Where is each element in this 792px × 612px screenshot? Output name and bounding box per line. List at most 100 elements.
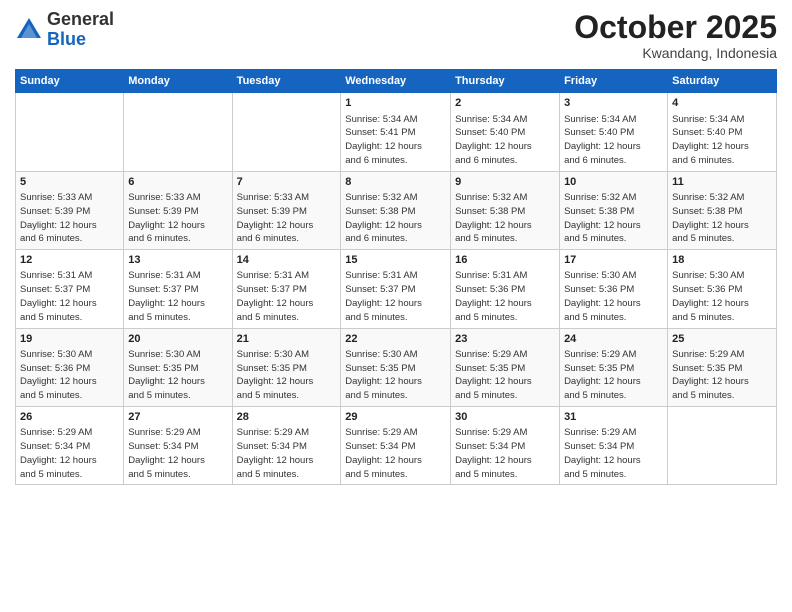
day-info: Sunrise: 5:30 AM Sunset: 5:35 PM Dayligh…	[237, 348, 337, 403]
calendar-cell: 24Sunrise: 5:29 AM Sunset: 5:35 PM Dayli…	[560, 328, 668, 406]
day-number: 1	[345, 96, 446, 111]
calendar-cell: 3Sunrise: 5:34 AM Sunset: 5:40 PM Daylig…	[560, 93, 668, 171]
logo-icon	[15, 16, 43, 44]
calendar-cell: 16Sunrise: 5:31 AM Sunset: 5:36 PM Dayli…	[451, 250, 560, 328]
title-section: October 2025 Kwandang, Indonesia	[574, 10, 777, 61]
calendar-cell: 6Sunrise: 5:33 AM Sunset: 5:39 PM Daylig…	[124, 171, 232, 249]
month-title: October 2025	[574, 10, 777, 45]
day-number: 5	[20, 175, 119, 190]
day-info: Sunrise: 5:33 AM Sunset: 5:39 PM Dayligh…	[237, 191, 337, 246]
day-info: Sunrise: 5:29 AM Sunset: 5:35 PM Dayligh…	[564, 348, 663, 403]
logo-text: General Blue	[47, 10, 114, 50]
calendar-cell: 1 Sunrise: 5:34 AM Sunset: 5:41 PM Daylig…	[341, 93, 451, 171]
calendar-cell: 2 Sunrise: 5:34 AM Sunset: 5:40 PM Daylig…	[451, 93, 560, 171]
day-number: 13	[128, 253, 227, 268]
day-number: 23	[455, 332, 555, 347]
day-number: 30	[455, 410, 555, 425]
day-number: 15	[345, 253, 446, 268]
day-number: 19	[20, 332, 119, 347]
calendar-cell: 7Sunrise: 5:33 AM Sunset: 5:39 PM Daylig…	[232, 171, 341, 249]
day-info: Sunrise: 5:30 AM Sunset: 5:36 PM Dayligh…	[564, 269, 663, 324]
calendar-cell: 13Sunrise: 5:31 AM Sunset: 5:37 PM Dayli…	[124, 250, 232, 328]
calendar-cell: 26Sunrise: 5:29 AM Sunset: 5:34 PM Dayli…	[16, 407, 124, 485]
day-number: 26	[20, 410, 119, 425]
calendar-cell: 29Sunrise: 5:29 AM Sunset: 5:34 PM Dayli…	[341, 407, 451, 485]
calendar-cell: 18Sunrise: 5:30 AM Sunset: 5:36 PM Dayli…	[668, 250, 777, 328]
day-number: 24	[564, 332, 663, 347]
calendar-cell: 4 Sunrise: 5:34 AM Sunset: 5:40 PM Daylig…	[668, 93, 777, 171]
day-number: 9	[455, 175, 555, 190]
calendar-cell	[668, 407, 777, 485]
day-info: Sunrise: 5:30 AM Sunset: 5:36 PM Dayligh…	[20, 348, 119, 403]
col-friday: Friday	[560, 70, 668, 93]
day-number: 20	[128, 332, 227, 347]
calendar-cell	[232, 93, 341, 171]
calendar-cell: 28Sunrise: 5:29 AM Sunset: 5:34 PM Dayli…	[232, 407, 341, 485]
day-info: Sunrise: 5:29 AM Sunset: 5:35 PM Dayligh…	[672, 348, 772, 403]
day-info: Sunrise: 5:33 AM Sunset: 5:39 PM Dayligh…	[20, 191, 119, 246]
calendar-cell: 25Sunrise: 5:29 AM Sunset: 5:35 PM Dayli…	[668, 328, 777, 406]
calendar-body: 1 Sunrise: 5:34 AM Sunset: 5:41 PM Daylig…	[16, 93, 777, 485]
day-info: Sunrise: 5:29 AM Sunset: 5:34 PM Dayligh…	[20, 426, 119, 481]
calendar-cell: 21Sunrise: 5:30 AM Sunset: 5:35 PM Dayli…	[232, 328, 341, 406]
location-subtitle: Kwandang, Indonesia	[574, 45, 777, 61]
day-number: 2	[455, 96, 555, 111]
day-info: Sunrise: 5:31 AM Sunset: 5:37 PM Dayligh…	[237, 269, 337, 324]
day-number: 25	[672, 332, 772, 347]
day-number: 31	[564, 410, 663, 425]
col-saturday: Saturday	[668, 70, 777, 93]
calendar-cell: 30Sunrise: 5:29 AM Sunset: 5:34 PM Dayli…	[451, 407, 560, 485]
day-number: 14	[237, 253, 337, 268]
day-number: 18	[672, 253, 772, 268]
calendar-header: Sunday Monday Tuesday Wednesday Thursday…	[16, 70, 777, 93]
day-info: Sunrise: 5:29 AM Sunset: 5:34 PM Dayligh…	[345, 426, 446, 481]
day-info: Sunrise: 5:31 AM Sunset: 5:37 PM Dayligh…	[128, 269, 227, 324]
logo-blue: Blue	[47, 29, 86, 49]
day-number: 8	[345, 175, 446, 190]
calendar-cell: 11Sunrise: 5:32 AM Sunset: 5:38 PM Dayli…	[668, 171, 777, 249]
day-number: 22	[345, 332, 446, 347]
day-info: Sunrise: 5:29 AM Sunset: 5:34 PM Dayligh…	[128, 426, 227, 481]
day-number: 17	[564, 253, 663, 268]
day-number: 10	[564, 175, 663, 190]
day-number: 7	[237, 175, 337, 190]
day-info: Sunrise: 5:31 AM Sunset: 5:36 PM Dayligh…	[455, 269, 555, 324]
day-info: Sunrise: 5:34 AM Sunset: 5:40 PM Dayligh…	[455, 113, 555, 168]
day-info: Sunrise: 5:30 AM Sunset: 5:35 PM Dayligh…	[345, 348, 446, 403]
day-info: Sunrise: 5:31 AM Sunset: 5:37 PM Dayligh…	[345, 269, 446, 324]
calendar-week-5: 26Sunrise: 5:29 AM Sunset: 5:34 PM Dayli…	[16, 407, 777, 485]
calendar-week-2: 5Sunrise: 5:33 AM Sunset: 5:39 PM Daylig…	[16, 171, 777, 249]
day-info: Sunrise: 5:34 AM Sunset: 5:40 PM Dayligh…	[672, 113, 772, 168]
calendar-cell: 27Sunrise: 5:29 AM Sunset: 5:34 PM Dayli…	[124, 407, 232, 485]
day-number: 11	[672, 175, 772, 190]
day-number: 29	[345, 410, 446, 425]
page-container: General Blue October 2025 Kwandang, Indo…	[0, 0, 792, 612]
day-number: 21	[237, 332, 337, 347]
day-number: 28	[237, 410, 337, 425]
day-info: Sunrise: 5:32 AM Sunset: 5:38 PM Dayligh…	[672, 191, 772, 246]
calendar-cell: 17Sunrise: 5:30 AM Sunset: 5:36 PM Dayli…	[560, 250, 668, 328]
day-info: Sunrise: 5:29 AM Sunset: 5:34 PM Dayligh…	[455, 426, 555, 481]
calendar-cell: 10Sunrise: 5:32 AM Sunset: 5:38 PM Dayli…	[560, 171, 668, 249]
calendar-cell: 23Sunrise: 5:29 AM Sunset: 5:35 PM Dayli…	[451, 328, 560, 406]
col-monday: Monday	[124, 70, 232, 93]
day-info: Sunrise: 5:32 AM Sunset: 5:38 PM Dayligh…	[564, 191, 663, 246]
day-info: Sunrise: 5:31 AM Sunset: 5:37 PM Dayligh…	[20, 269, 119, 324]
logo: General Blue	[15, 10, 114, 50]
col-tuesday: Tuesday	[232, 70, 341, 93]
calendar-week-3: 12Sunrise: 5:31 AM Sunset: 5:37 PM Dayli…	[16, 250, 777, 328]
col-sunday: Sunday	[16, 70, 124, 93]
day-info: Sunrise: 5:34 AM Sunset: 5:41 PM Dayligh…	[345, 113, 446, 168]
calendar-cell: 8Sunrise: 5:32 AM Sunset: 5:38 PM Daylig…	[341, 171, 451, 249]
day-number: 4	[672, 96, 772, 111]
calendar-cell: 31Sunrise: 5:29 AM Sunset: 5:34 PM Dayli…	[560, 407, 668, 485]
calendar-cell: 9Sunrise: 5:32 AM Sunset: 5:38 PM Daylig…	[451, 171, 560, 249]
day-info: Sunrise: 5:29 AM Sunset: 5:34 PM Dayligh…	[564, 426, 663, 481]
day-info: Sunrise: 5:29 AM Sunset: 5:35 PM Dayligh…	[455, 348, 555, 403]
day-info: Sunrise: 5:32 AM Sunset: 5:38 PM Dayligh…	[455, 191, 555, 246]
calendar-cell: 19Sunrise: 5:30 AM Sunset: 5:36 PM Dayli…	[16, 328, 124, 406]
calendar-cell: 20Sunrise: 5:30 AM Sunset: 5:35 PM Dayli…	[124, 328, 232, 406]
day-number: 16	[455, 253, 555, 268]
day-info: Sunrise: 5:33 AM Sunset: 5:39 PM Dayligh…	[128, 191, 227, 246]
calendar-cell	[124, 93, 232, 171]
